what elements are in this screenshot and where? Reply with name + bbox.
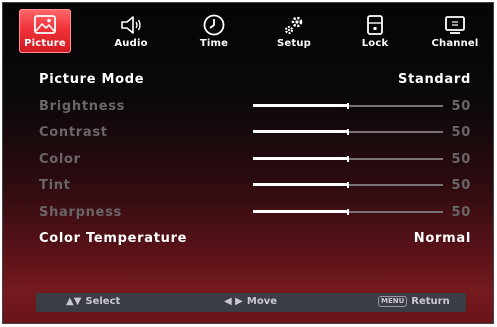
item-label: Tint [39, 178, 71, 193]
move-hint: ◀ ▶ Move [224, 296, 277, 307]
item-value: Normal [413, 231, 471, 246]
item-label: Sharpness [39, 205, 122, 220]
tab-picture[interactable]: Picture [19, 9, 71, 53]
select-label: Select [85, 296, 121, 307]
picture-icon [34, 15, 56, 34]
slider-knob[interactable] [347, 129, 349, 135]
menu-item-picture-mode[interactable]: Picture Mode Standard [39, 72, 471, 92]
item-label: Color [39, 152, 81, 167]
sharpness-slider[interactable] [253, 209, 443, 215]
color-slider[interactable] [253, 156, 443, 162]
item-value: Standard [398, 72, 471, 87]
return-label: Return [411, 296, 450, 307]
tab-setup[interactable]: Setup [268, 9, 320, 53]
menu-item-color-temperature[interactable]: Color Temperature Normal [39, 231, 471, 251]
menu-item-sharpness[interactable]: Sharpness 50 [39, 205, 471, 225]
item-value: 50 [451, 152, 471, 167]
gears-icon [284, 16, 303, 35]
slider-knob[interactable] [347, 103, 349, 109]
item-label: Picture Mode [39, 72, 145, 87]
menu-tabs: Picture Audio Time Setup Lock Channel [19, 9, 481, 55]
contrast-slider[interactable] [253, 129, 443, 135]
slider-knob[interactable] [347, 209, 349, 215]
item-value: 50 [451, 205, 471, 220]
item-value: 50 [451, 99, 471, 114]
tab-audio[interactable]: Audio [105, 9, 157, 53]
tab-label: Picture [24, 38, 66, 49]
tv-osd-screen: Picture Audio Time Setup Lock Channel Pi… [2, 2, 494, 324]
item-label: Contrast [39, 125, 108, 140]
lock-icon [367, 15, 383, 35]
brightness-slider[interactable] [253, 103, 443, 109]
left-right-arrows-icon: ◀ ▶ [224, 296, 243, 307]
help-bar: ▲▼ Select ◀ ▶ Move MENU Return [36, 293, 466, 312]
select-hint: ▲▼ Select [66, 296, 120, 307]
tab-channel[interactable]: Channel [429, 9, 481, 53]
tv-icon [445, 16, 465, 34]
item-label: Color Temperature [39, 231, 188, 246]
tint-slider[interactable] [253, 182, 443, 188]
tab-label: Audio [114, 38, 148, 49]
tab-label: Lock [361, 38, 389, 49]
slider-knob[interactable] [347, 156, 349, 162]
menu-key-icon: MENU [378, 296, 408, 307]
tab-time[interactable]: Time [188, 9, 240, 53]
return-hint: MENU Return [378, 296, 450, 307]
slider-fill [253, 210, 348, 213]
item-value: 50 [451, 178, 471, 193]
move-label: Move [246, 296, 277, 307]
item-value: 50 [451, 125, 471, 140]
slider-knob[interactable] [347, 182, 349, 188]
item-label: Brightness [39, 99, 126, 114]
tab-label: Channel [431, 38, 479, 49]
menu-item-tint[interactable]: Tint 50 [39, 178, 471, 198]
slider-fill [253, 104, 348, 107]
menu-item-contrast[interactable]: Contrast 50 [39, 125, 471, 145]
tab-label: Time [199, 38, 229, 49]
speaker-icon [121, 16, 141, 34]
clock-icon [203, 14, 225, 36]
tab-label: Setup [276, 38, 312, 49]
slider-fill [253, 183, 348, 186]
menu-item-color[interactable]: Color 50 [39, 152, 471, 172]
menu-item-brightness[interactable]: Brightness 50 [39, 99, 471, 119]
slider-fill [253, 157, 348, 160]
tab-lock[interactable]: Lock [349, 9, 401, 53]
slider-fill [253, 130, 348, 133]
up-down-arrows-icon: ▲▼ [66, 296, 82, 307]
